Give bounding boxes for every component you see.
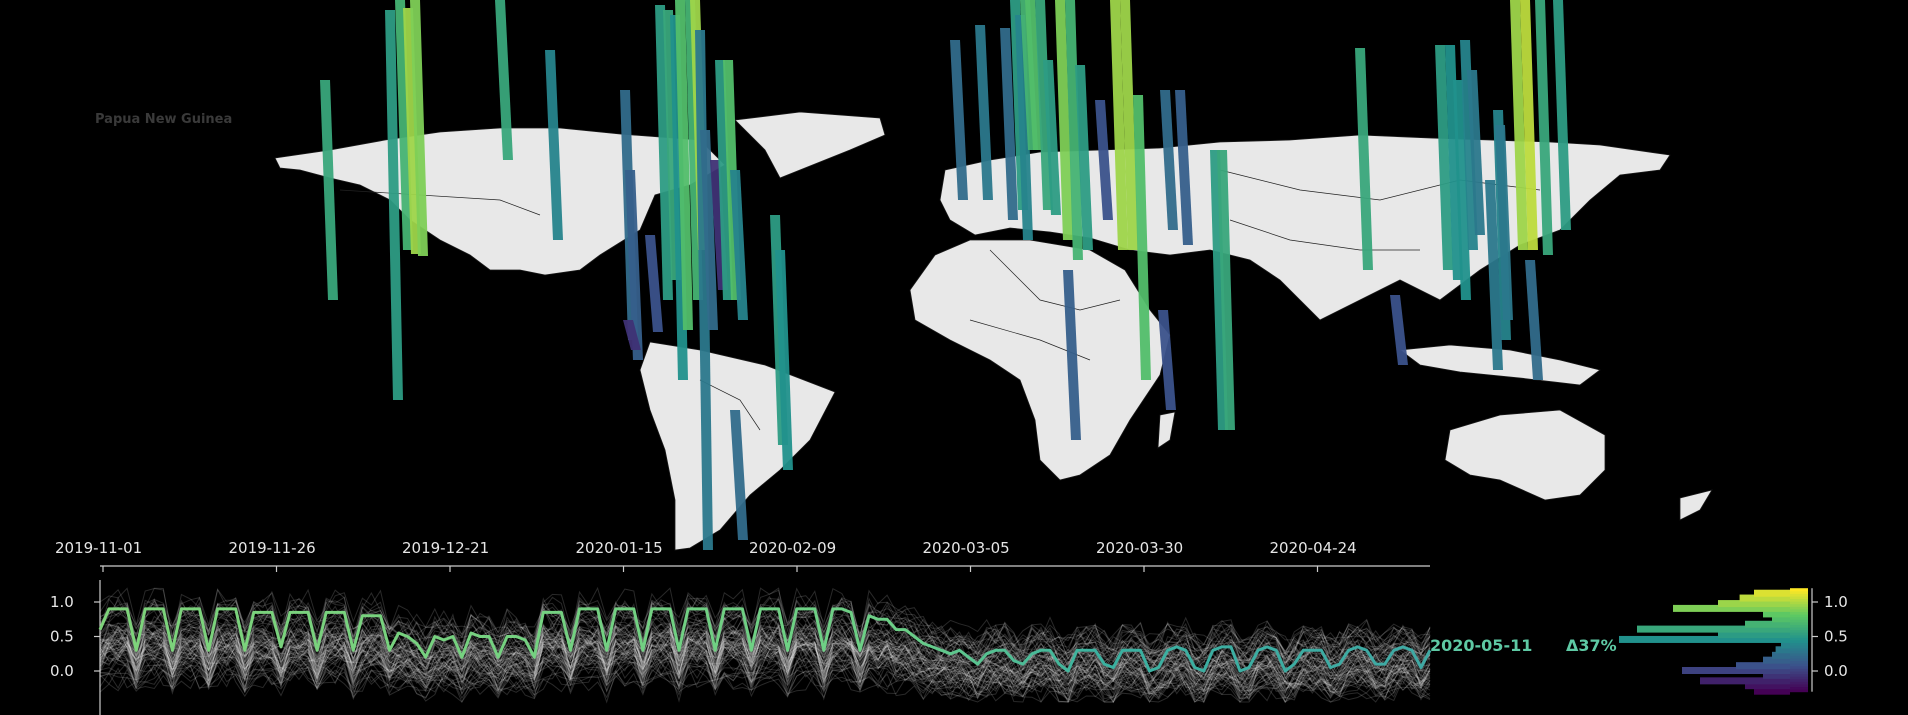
hover-country-label: Papua New Guinea [95,112,233,127]
y-tick-label: 0.0 [50,662,74,680]
colorbar-tick-label: 1.0 [1824,593,1848,611]
colorbar-tick-label: 0.5 [1824,628,1848,646]
x-tick-label: 2020-01-15 [576,539,663,557]
x-tick-label: 2020-04-24 [1270,539,1357,557]
readout-date: 2020-05-11 [1430,636,1532,655]
x-tick-label: 2019-11-01 [55,539,142,557]
x-tick-label: 2020-02-09 [749,539,836,557]
visualization-scene: 2019-11-01 2019-11-26 2019-12-21 2020-01-15… [0,0,1908,715]
x-tick-label: 2019-12-21 [402,539,489,557]
y-tick-label: 0.5 [50,628,74,646]
colorbar-tick-label: 0.0 [1824,662,1848,680]
y-tick-label: 1.0 [50,593,74,611]
x-tick-label: 2020-03-05 [923,539,1010,557]
histogram-bar [1754,589,1790,597]
readout-change: Δ37% [1566,636,1617,655]
x-tick-label: 2019-11-26 [229,539,316,557]
x-tick-label: 2020-03-30 [1096,539,1183,557]
